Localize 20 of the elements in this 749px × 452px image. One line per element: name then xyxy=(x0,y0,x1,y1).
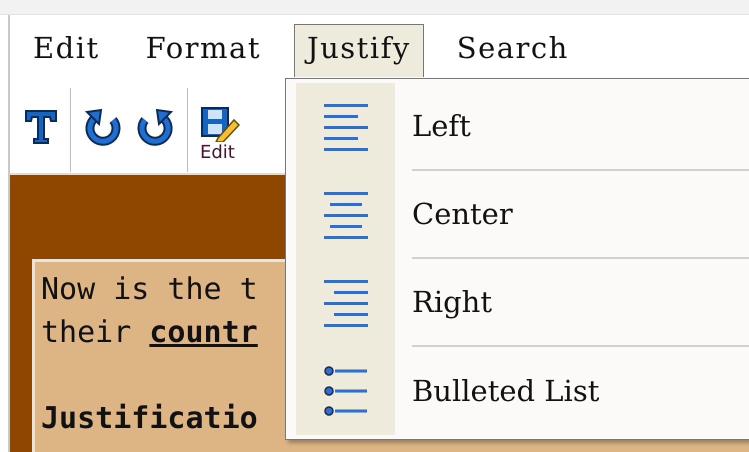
menu-option[interactable]: Right xyxy=(412,285,492,319)
align-left-icon xyxy=(322,102,368,152)
undo-icon[interactable] xyxy=(135,108,175,146)
menu-item[interactable]: Justify xyxy=(294,24,424,77)
bulleted-list-icon xyxy=(322,366,368,416)
align-right-icon xyxy=(322,278,368,328)
text-line: their countr xyxy=(41,315,258,350)
menu-item[interactable]: Search xyxy=(444,24,582,77)
align-center-icon xyxy=(322,190,368,240)
text-line: Now is the t xyxy=(41,272,258,307)
menu-item[interactable]: Edit xyxy=(20,24,113,77)
text-line: Justificatio xyxy=(41,401,258,436)
menu-option[interactable]: Center xyxy=(412,197,513,231)
menu-option[interactable]: Left xyxy=(412,109,471,143)
text-icon[interactable] xyxy=(24,109,58,145)
redo-icon[interactable] xyxy=(83,108,123,146)
menu-option[interactable]: Bulleted List xyxy=(412,374,600,408)
menu-item[interactable]: Format xyxy=(132,24,274,77)
floppy-pencil-icon xyxy=(200,106,240,142)
edit-button[interactable]: Edit xyxy=(200,106,240,162)
